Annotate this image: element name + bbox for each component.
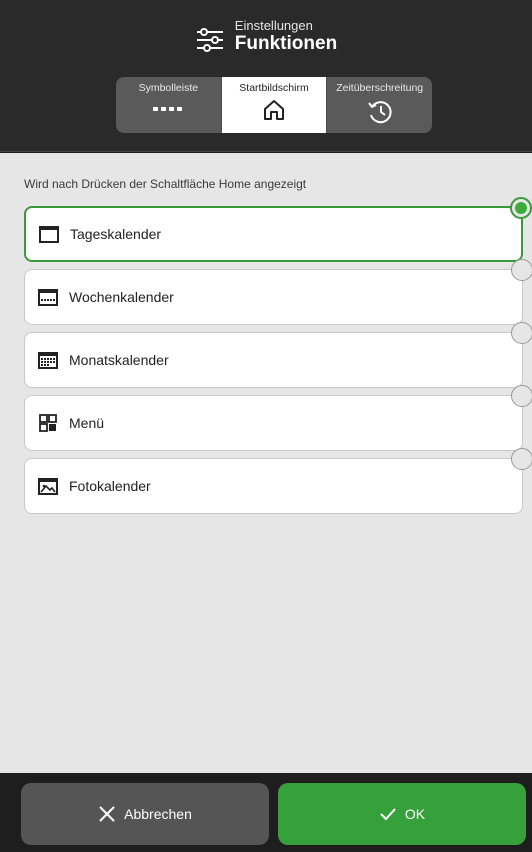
radio-unselected[interactable] (511, 322, 532, 344)
tab-label: Startbildschirm (239, 82, 309, 94)
home-icon (264, 100, 284, 120)
option-menue[interactable]: Menü (24, 385, 532, 451)
hint-text: Wird nach Drücken der Schaltfläche Home … (24, 177, 307, 191)
title-area: Einstellungen Funktionen (0, 18, 532, 55)
header: Einstellungen Funktionen Symbolleiste St… (0, 0, 532, 152)
option-wochenkalender[interactable]: Wochenkalender (24, 259, 532, 325)
toolbar-dots-icon (153, 107, 183, 111)
photo-calendar-icon (38, 478, 58, 495)
title-texts: Einstellungen Funktionen (235, 18, 337, 55)
option-label: Fotokalender (69, 478, 151, 494)
content-area: Wird nach Drücken der Schaltfläche Home … (0, 153, 532, 773)
close-icon (99, 806, 115, 822)
option-label: Menü (69, 415, 105, 431)
radio-unselected[interactable] (511, 385, 532, 407)
month-calendar-icon (38, 352, 58, 369)
ok-label: OK (404, 806, 426, 822)
week-calendar-icon (38, 289, 58, 306)
tab-bar: Symbolleiste Startbildschirm Zeitübersch… (116, 77, 432, 133)
radio-unselected[interactable] (511, 448, 532, 470)
option-label: Monatskalender (69, 352, 169, 368)
menu-grid-icon (39, 414, 57, 432)
page-subtitle: Einstellungen (234, 18, 313, 33)
option-label: Wochenkalender (69, 289, 174, 305)
tab-label: Zeitüberschreitung (336, 82, 424, 94)
ok-button[interactable]: OK (278, 783, 526, 845)
history-icon (367, 101, 392, 124)
checkmark-icon (380, 808, 396, 821)
tab-startbildschirm[interactable]: Startbildschirm (220, 77, 327, 133)
radio-unselected[interactable] (511, 259, 532, 281)
cancel-label: Abbrechen (124, 806, 192, 822)
page-title: Funktionen (234, 33, 338, 54)
day-calendar-icon (39, 226, 59, 243)
tab-symbolleiste[interactable]: Symbolleiste (116, 77, 221, 133)
option-monatskalender[interactable]: Monatskalender (24, 322, 532, 388)
cancel-button[interactable]: Abbrechen (21, 783, 269, 845)
tab-label: Symbolleiste (138, 82, 199, 94)
option-label: Tageskalender (70, 226, 162, 242)
footer: Abbrechen OK (0, 773, 532, 852)
radio-selected[interactable] (510, 197, 532, 219)
settings-sliders-icon (196, 27, 223, 52)
option-tageskalender[interactable]: Tageskalender (24, 197, 532, 262)
option-fotokalender[interactable]: Fotokalender (24, 448, 532, 514)
tab-zeitueberschreitung[interactable]: Zeitüberschreitung (326, 77, 432, 133)
